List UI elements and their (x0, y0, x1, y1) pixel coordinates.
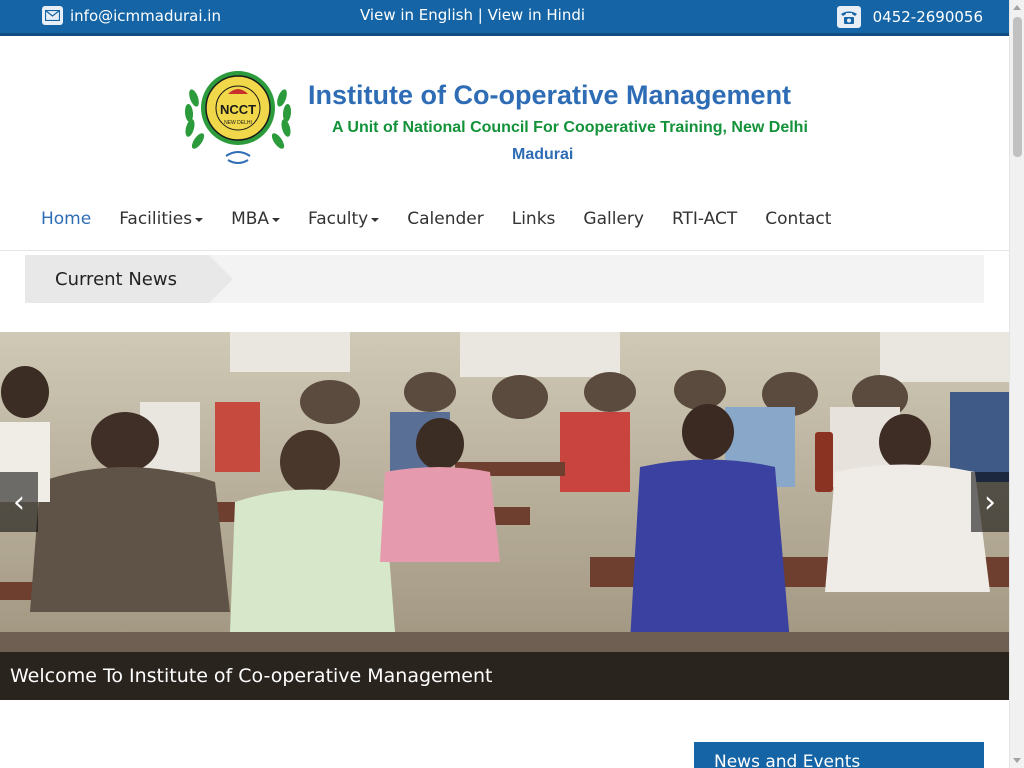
ncct-logo[interactable]: NCCT NEW DELHI (180, 68, 296, 172)
nav-label: Links (511, 209, 556, 229)
language-separator: | (477, 6, 483, 24)
page: info@icmmadurai.in View in English | Vie… (0, 0, 1024, 768)
institute-title: Institute of Co-operative Management (308, 80, 792, 110)
chevron-left-icon: ‹ (13, 484, 25, 520)
nav-faculty[interactable]: Faculty (294, 206, 393, 232)
top-bar: info@icmmadurai.in View in English | Vie… (0, 0, 1009, 36)
email-address[interactable]: info@icmmadurai.in (70, 7, 221, 25)
main-nav: Home Facilities MBA Faculty Calender Lin… (27, 206, 845, 232)
classroom-photo (0, 332, 1009, 700)
nav-gallery[interactable]: Gallery (569, 206, 658, 232)
caret-down-icon (371, 218, 380, 222)
nav-mba[interactable]: MBA (217, 206, 294, 232)
slider-caption: Welcome To Institute of Co-operative Man… (0, 652, 1009, 700)
telephone-icon (836, 6, 861, 28)
email-contact[interactable]: info@icmmadurai.in (42, 6, 221, 25)
page-scrollbar[interactable] (1009, 0, 1024, 768)
caret-down-icon (195, 218, 204, 222)
envelope-icon (42, 6, 63, 25)
news-events-panel-title: News and Events (694, 742, 984, 768)
nav-label: Facilities (119, 209, 193, 229)
nav-label: Gallery (583, 209, 644, 229)
current-news-label: Current News (25, 255, 233, 303)
view-english-link[interactable]: View in English (360, 6, 473, 24)
phone-number: 0452-2690056 (872, 8, 983, 26)
institute-subtitle: A Unit of National Council For Cooperati… (332, 119, 808, 136)
nav-facilities[interactable]: Facilities (105, 206, 217, 232)
scrollbar-thumb[interactable] (1013, 17, 1022, 157)
logo-place: NEW DELHI (224, 120, 252, 126)
nav-label: RTI-ACT (671, 209, 738, 229)
phone-contact: 0452-2690056 (836, 6, 983, 28)
current-news-ticker: Current News (25, 255, 984, 303)
nav-label: Home (41, 209, 92, 229)
chevron-right-icon: › (984, 484, 996, 520)
scroll-down-icon[interactable] (1013, 758, 1021, 763)
nav-links[interactable]: Links (498, 206, 570, 232)
slider-next-button[interactable]: › (971, 472, 1009, 532)
logo-abbr: NCCT (220, 102, 256, 117)
view-hindi-link[interactable]: View in Hindi (488, 6, 585, 24)
scroll-up-icon[interactable] (1013, 5, 1021, 10)
nav-label: MBA (231, 209, 270, 229)
nav-calender[interactable]: Calender (393, 206, 497, 232)
nav-label: Calender (407, 209, 484, 229)
slider-prev-button[interactable]: ‹ (0, 472, 38, 532)
language-switch: View in English | View in Hindi (360, 6, 585, 24)
nav-home[interactable]: Home (27, 206, 105, 232)
institute-city: Madurai (512, 146, 574, 163)
image-slider[interactable]: ‹ › Welcome To Institute of Co-operative… (0, 332, 1009, 700)
caret-down-icon (272, 218, 281, 222)
nav-label: Contact (765, 209, 832, 229)
nav-label: Faculty (308, 209, 369, 229)
nav-divider (0, 250, 1009, 251)
nav-rti-act[interactable]: RTI-ACT (658, 206, 751, 232)
nav-contact[interactable]: Contact (751, 206, 845, 232)
